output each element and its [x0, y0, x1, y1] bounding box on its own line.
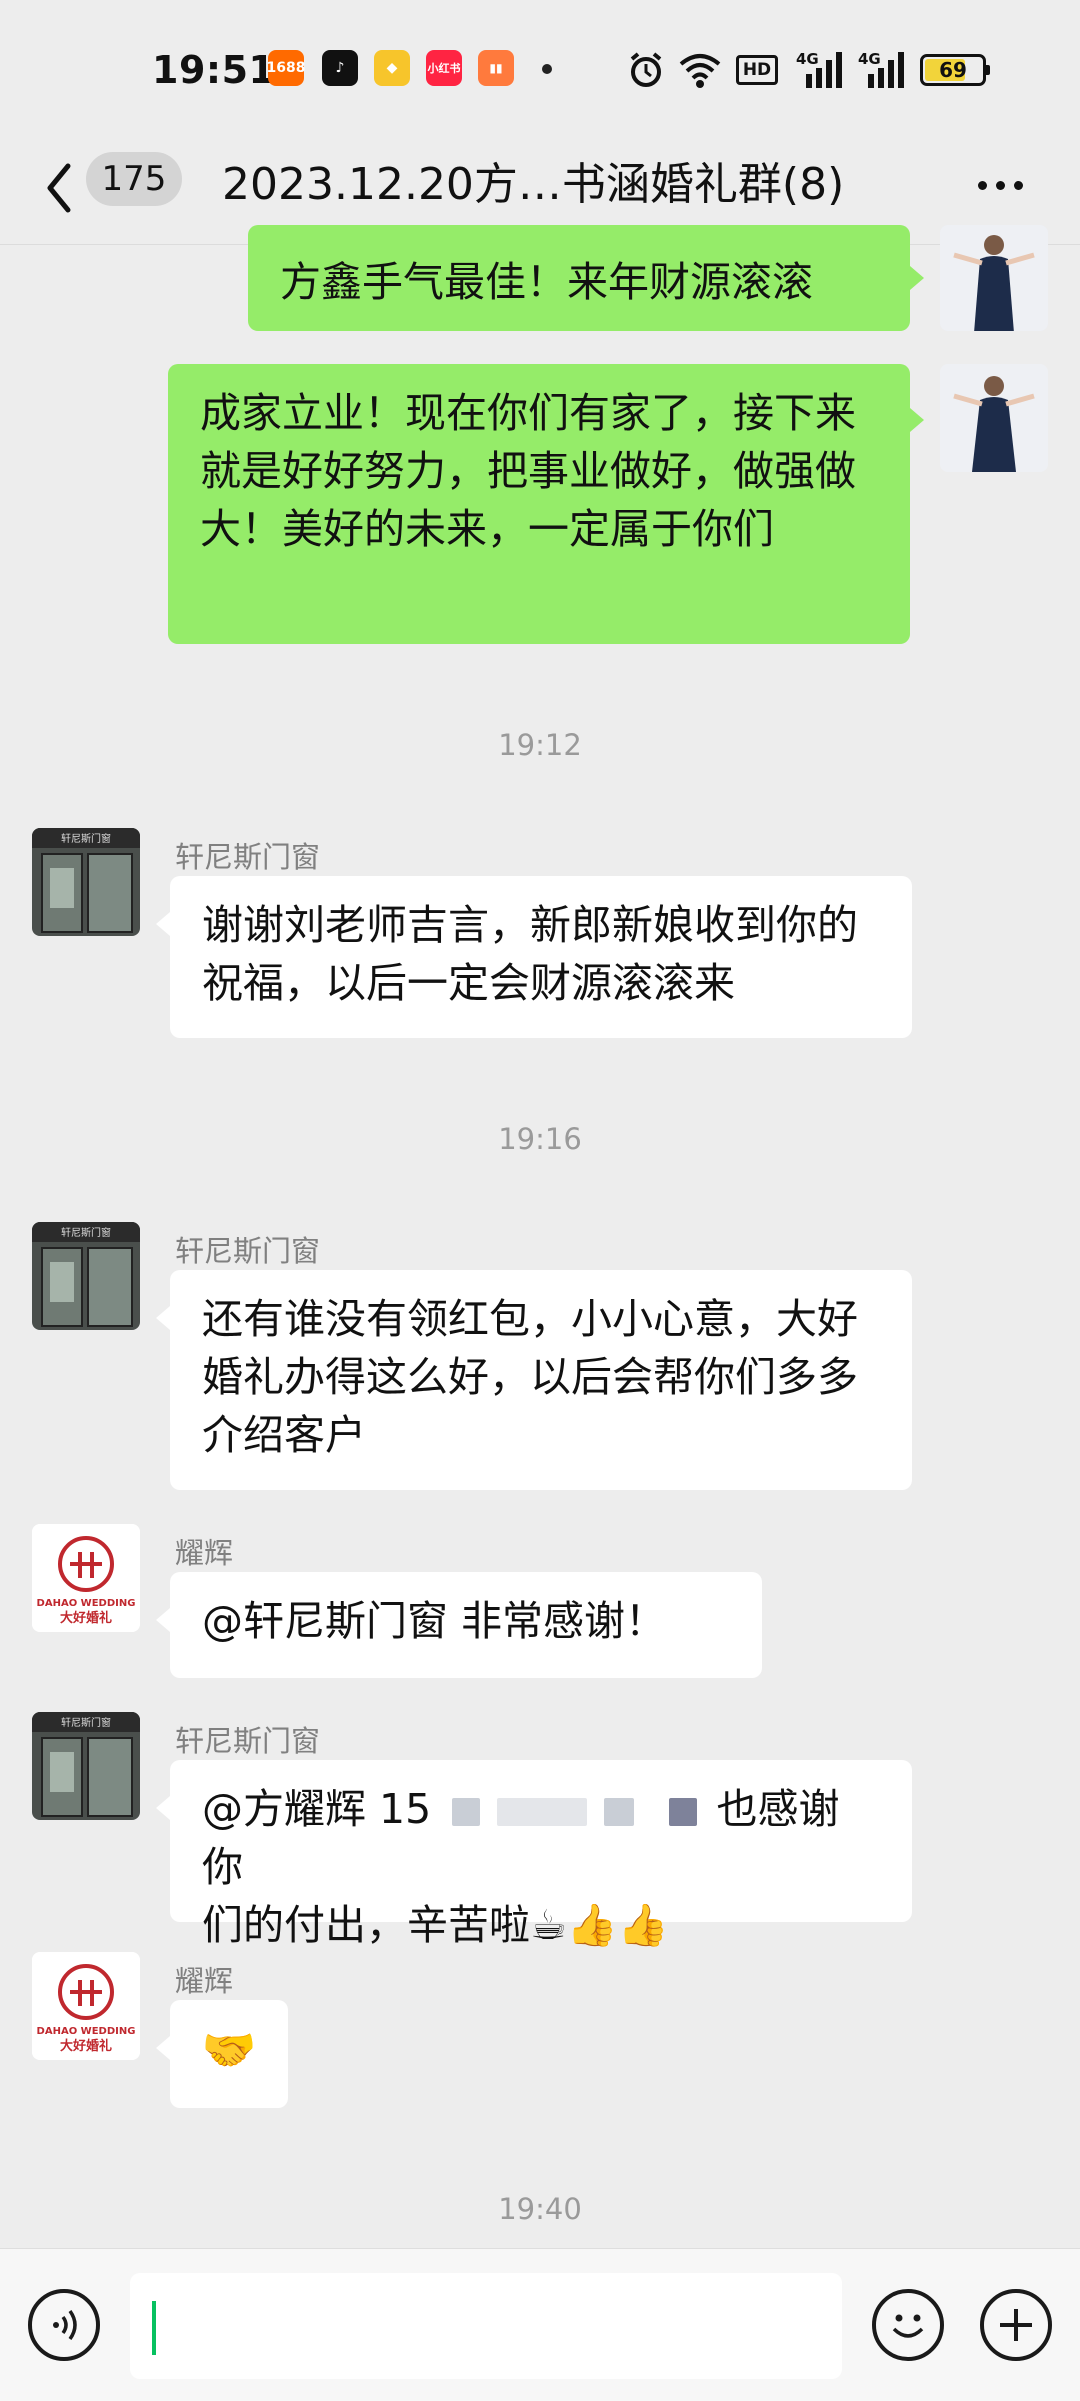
store-sign-text: 轩尼斯门窗 [61, 1716, 111, 1729]
sender-name: 轩尼斯门窗 [175, 1724, 321, 1758]
book-app-icon: ▮▮ [478, 50, 514, 86]
alibaba-1688-icon: 1688 [267, 50, 305, 86]
plus-icon [1000, 2309, 1032, 2341]
bubble-tail [156, 1306, 170, 1330]
sender-name: 轩尼斯门窗 [175, 840, 321, 874]
back-arrow-icon[interactable] [38, 158, 88, 218]
door-store-avatar[interactable]: 轩尼斯门窗 [32, 1712, 140, 1820]
battery-level: 69 [939, 58, 967, 82]
redacted-number [604, 1798, 635, 1826]
bubble-tail [156, 2036, 170, 2060]
my-avatar[interactable] [940, 225, 1048, 331]
redacted-number [669, 1798, 698, 1826]
sender-name: 耀辉 [175, 1964, 234, 1998]
xiaohongshu-icon: 小红书 [426, 50, 462, 86]
more-functions-button[interactable] [980, 2289, 1052, 2361]
message-bubble[interactable]: @方耀辉 15 也感谢你 们的付出，辛苦啦☕👍👍 [170, 1760, 912, 1949]
my-avatar[interactable] [940, 364, 1048, 472]
battery-icon: 69 [920, 54, 990, 86]
unread-count-badge[interactable]: 175 [86, 152, 182, 206]
text-caret [152, 2301, 156, 2355]
chat-title[interactable]: 2023.12.20方…书涵婚礼群(8) [222, 148, 844, 212]
smile-icon [892, 2314, 924, 2338]
logo-text-cn: 大好婚礼 [60, 2038, 112, 2054]
timestamp: 19:16 [498, 1122, 582, 1156]
wifi-icon [679, 54, 721, 88]
logo-text-cn: 大好婚礼 [60, 1610, 112, 1626]
signal-icon: 4G [796, 50, 844, 90]
network-type-label: 4G [796, 50, 819, 68]
network-type-label-2: 4G [858, 50, 881, 68]
sender-name: 耀辉 [175, 1536, 234, 1570]
message-text: 还有谁没有领红包，小小心意，大好婚礼办得这么好，以后会帮你们多多介绍客户 [202, 1295, 858, 1459]
bubble-tail [156, 912, 170, 936]
bubble-tail [156, 1608, 170, 1632]
emoji-button[interactable] [872, 2289, 944, 2361]
timestamp: 19:12 [498, 728, 582, 762]
message-text: 成家立业！现在你们有家了，接下来就是好好努力，把事业做好，做强做大！美好的未来，… [200, 389, 856, 553]
yellow-app-icon: ◆ [374, 50, 410, 86]
hd-voice-icon: HD [736, 55, 778, 85]
message-input[interactable] [130, 2273, 842, 2379]
status-time: 19:51 [152, 48, 276, 92]
message-text: 🤝 [201, 2025, 257, 2076]
bubble-tail [910, 408, 924, 432]
tiktok-icon: ♪ [322, 50, 358, 86]
store-sign-text: 轩尼斯门窗 [61, 832, 111, 845]
timestamp: 19:40 [498, 2192, 582, 2226]
handshake-emoji-bubble[interactable]: 🤝 [170, 2000, 288, 2108]
door-store-avatar[interactable]: 轩尼斯门窗 [32, 828, 140, 936]
sender-name: 轩尼斯门窗 [175, 1234, 321, 1268]
voice-input-button[interactable] [28, 2289, 100, 2361]
signal-icon-2: 4G [858, 50, 906, 90]
my-message-bubble[interactable]: 成家立业！现在你们有家了，接下来就是好好努力，把事业做好，做强做大！美好的未来，… [168, 364, 910, 644]
door-store-avatar[interactable]: 轩尼斯门窗 [32, 1222, 140, 1330]
bubble-tail [910, 266, 924, 290]
notification-dot-icon [542, 64, 552, 74]
wedding-logo-avatar[interactable]: DAHAO WEDDING 大好婚礼 [32, 1524, 140, 1632]
more-options-icon[interactable] [978, 175, 1032, 190]
alarm-icon [630, 52, 662, 87]
message-bubble[interactable]: 谢谢刘老师吉言，新郎新娘收到你的祝福，以后一定会财源滚滚来 [170, 876, 912, 1038]
voice-icon [53, 2309, 77, 2341]
input-bar [0, 2248, 1080, 2401]
mention-text: @方耀辉 15 [202, 1785, 432, 1833]
status-bar: 19:51 1688 ♪ ◆ 小红书 ▮▮ HD 4G 4G 69 [0, 0, 1080, 140]
wedding-logo-avatar[interactable]: DAHAO WEDDING 大好婚礼 [32, 1952, 140, 2060]
bubble-tail [156, 1796, 170, 1820]
my-message-bubble[interactable]: 方鑫手气最佳！来年财源滚滚 [248, 225, 910, 331]
message-bubble[interactable]: @轩尼斯门窗 非常感谢！ [170, 1572, 762, 1678]
message-text: 方鑫手气最佳！来年财源滚滚 [280, 258, 813, 306]
redacted-number [452, 1798, 481, 1826]
store-sign-text: 轩尼斯门窗 [61, 1226, 111, 1239]
logo-text-en: DAHAO WEDDING [37, 1598, 136, 1609]
redacted-number [497, 1798, 588, 1826]
logo-text-en: DAHAO WEDDING [37, 2026, 136, 2037]
message-text: 们的付出，辛苦啦☕👍👍 [202, 1901, 669, 1949]
message-text: @轩尼斯门窗 非常感谢！ [202, 1597, 667, 1645]
message-bubble[interactable]: 还有谁没有领红包，小小心意，大好婚礼办得这么好，以后会帮你们多多介绍客户 [170, 1270, 912, 1490]
message-text: 谢谢刘老师吉言，新郎新娘收到你的祝福，以后一定会财源滚滚来 [202, 901, 858, 1007]
